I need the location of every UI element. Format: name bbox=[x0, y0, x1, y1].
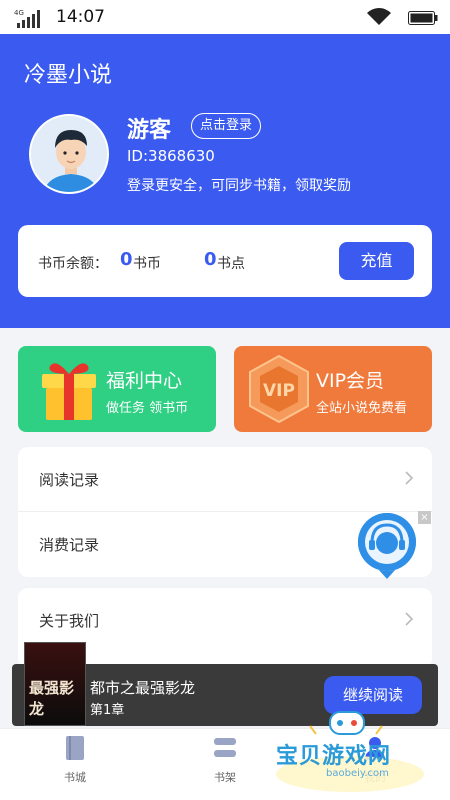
tab-bookstore[interactable]: 书城 bbox=[25, 735, 125, 785]
tab-label: 书架 bbox=[214, 771, 236, 784]
welfare-title: 福利中心 bbox=[106, 370, 183, 392]
vip-subtitle: 全站小说免费看 bbox=[316, 401, 408, 416]
wifi-icon bbox=[367, 8, 391, 25]
cover-title: 最强影龙 bbox=[29, 679, 75, 718]
menu-item-label: 关于我们 bbox=[39, 612, 100, 630]
balance-label: 书币余额： bbox=[38, 256, 108, 272]
book-icon bbox=[66, 736, 84, 760]
welfare-center-card[interactable]: 福利中心 做任务 领书币 bbox=[18, 346, 216, 432]
chevron-right-icon bbox=[405, 612, 414, 626]
watermark-url: baobeiy.com bbox=[326, 768, 389, 779]
user-name: 游客 bbox=[127, 118, 172, 143]
watermark: 宝贝游戏网 baobeiy.com bbox=[270, 708, 450, 800]
book-chapter: 第1章 bbox=[90, 703, 125, 718]
signal-icon: 4G bbox=[14, 9, 40, 28]
app-title: 冷墨小说 bbox=[24, 63, 113, 88]
coins-value: 0 bbox=[120, 249, 133, 270]
customer-service-icon[interactable] bbox=[356, 511, 418, 579]
watermark-text: 宝贝游戏网 bbox=[276, 744, 392, 769]
menu-item-reading-history[interactable]: 阅读记录 bbox=[18, 447, 432, 512]
balance-card: 书币余额： 0 书币 0 书点 充值 bbox=[18, 225, 432, 297]
coins-unit: 书币 bbox=[133, 256, 161, 272]
welfare-subtitle: 做任务 领书币 bbox=[106, 401, 189, 416]
chevron-right-icon bbox=[405, 471, 414, 485]
tab-label: 书城 bbox=[64, 771, 86, 784]
points-unit: 书点 bbox=[217, 256, 245, 272]
user-id: ID:3868630 bbox=[127, 147, 215, 165]
avatar-icon bbox=[31, 116, 107, 192]
vip-card[interactable]: VIP VIP会员 全站小说免费看 bbox=[234, 346, 432, 432]
points-value: 0 bbox=[204, 249, 217, 270]
recharge-button[interactable]: 充值 bbox=[339, 242, 414, 280]
login-tip: 登录更安全，可同步书籍，领取奖励 bbox=[127, 178, 351, 194]
book-title: 都市之最强影龙 bbox=[90, 679, 196, 697]
gift-icon bbox=[42, 363, 96, 420]
avatar[interactable] bbox=[29, 114, 109, 194]
shelf-icon bbox=[214, 738, 236, 757]
book-cover[interactable]: 最强影龙 bbox=[24, 642, 86, 726]
clock: 14:07 bbox=[56, 7, 105, 27]
close-icon[interactable]: × bbox=[418, 511, 431, 524]
vip-title: VIP会员 bbox=[316, 370, 385, 392]
battery-icon bbox=[408, 11, 438, 25]
network-type: 4G bbox=[14, 9, 24, 17]
vip-badge-text: VIP bbox=[263, 381, 295, 401]
status-bar: 4G 14:07 bbox=[0, 0, 450, 34]
login-button[interactable]: 点击登录 bbox=[191, 113, 262, 139]
tab-bookshelf[interactable]: 书架 bbox=[175, 735, 275, 785]
menu-item-label: 阅读记录 bbox=[39, 471, 100, 489]
vip-badge-icon: VIP bbox=[249, 354, 309, 424]
menu-item-label: 消费记录 bbox=[39, 536, 100, 554]
